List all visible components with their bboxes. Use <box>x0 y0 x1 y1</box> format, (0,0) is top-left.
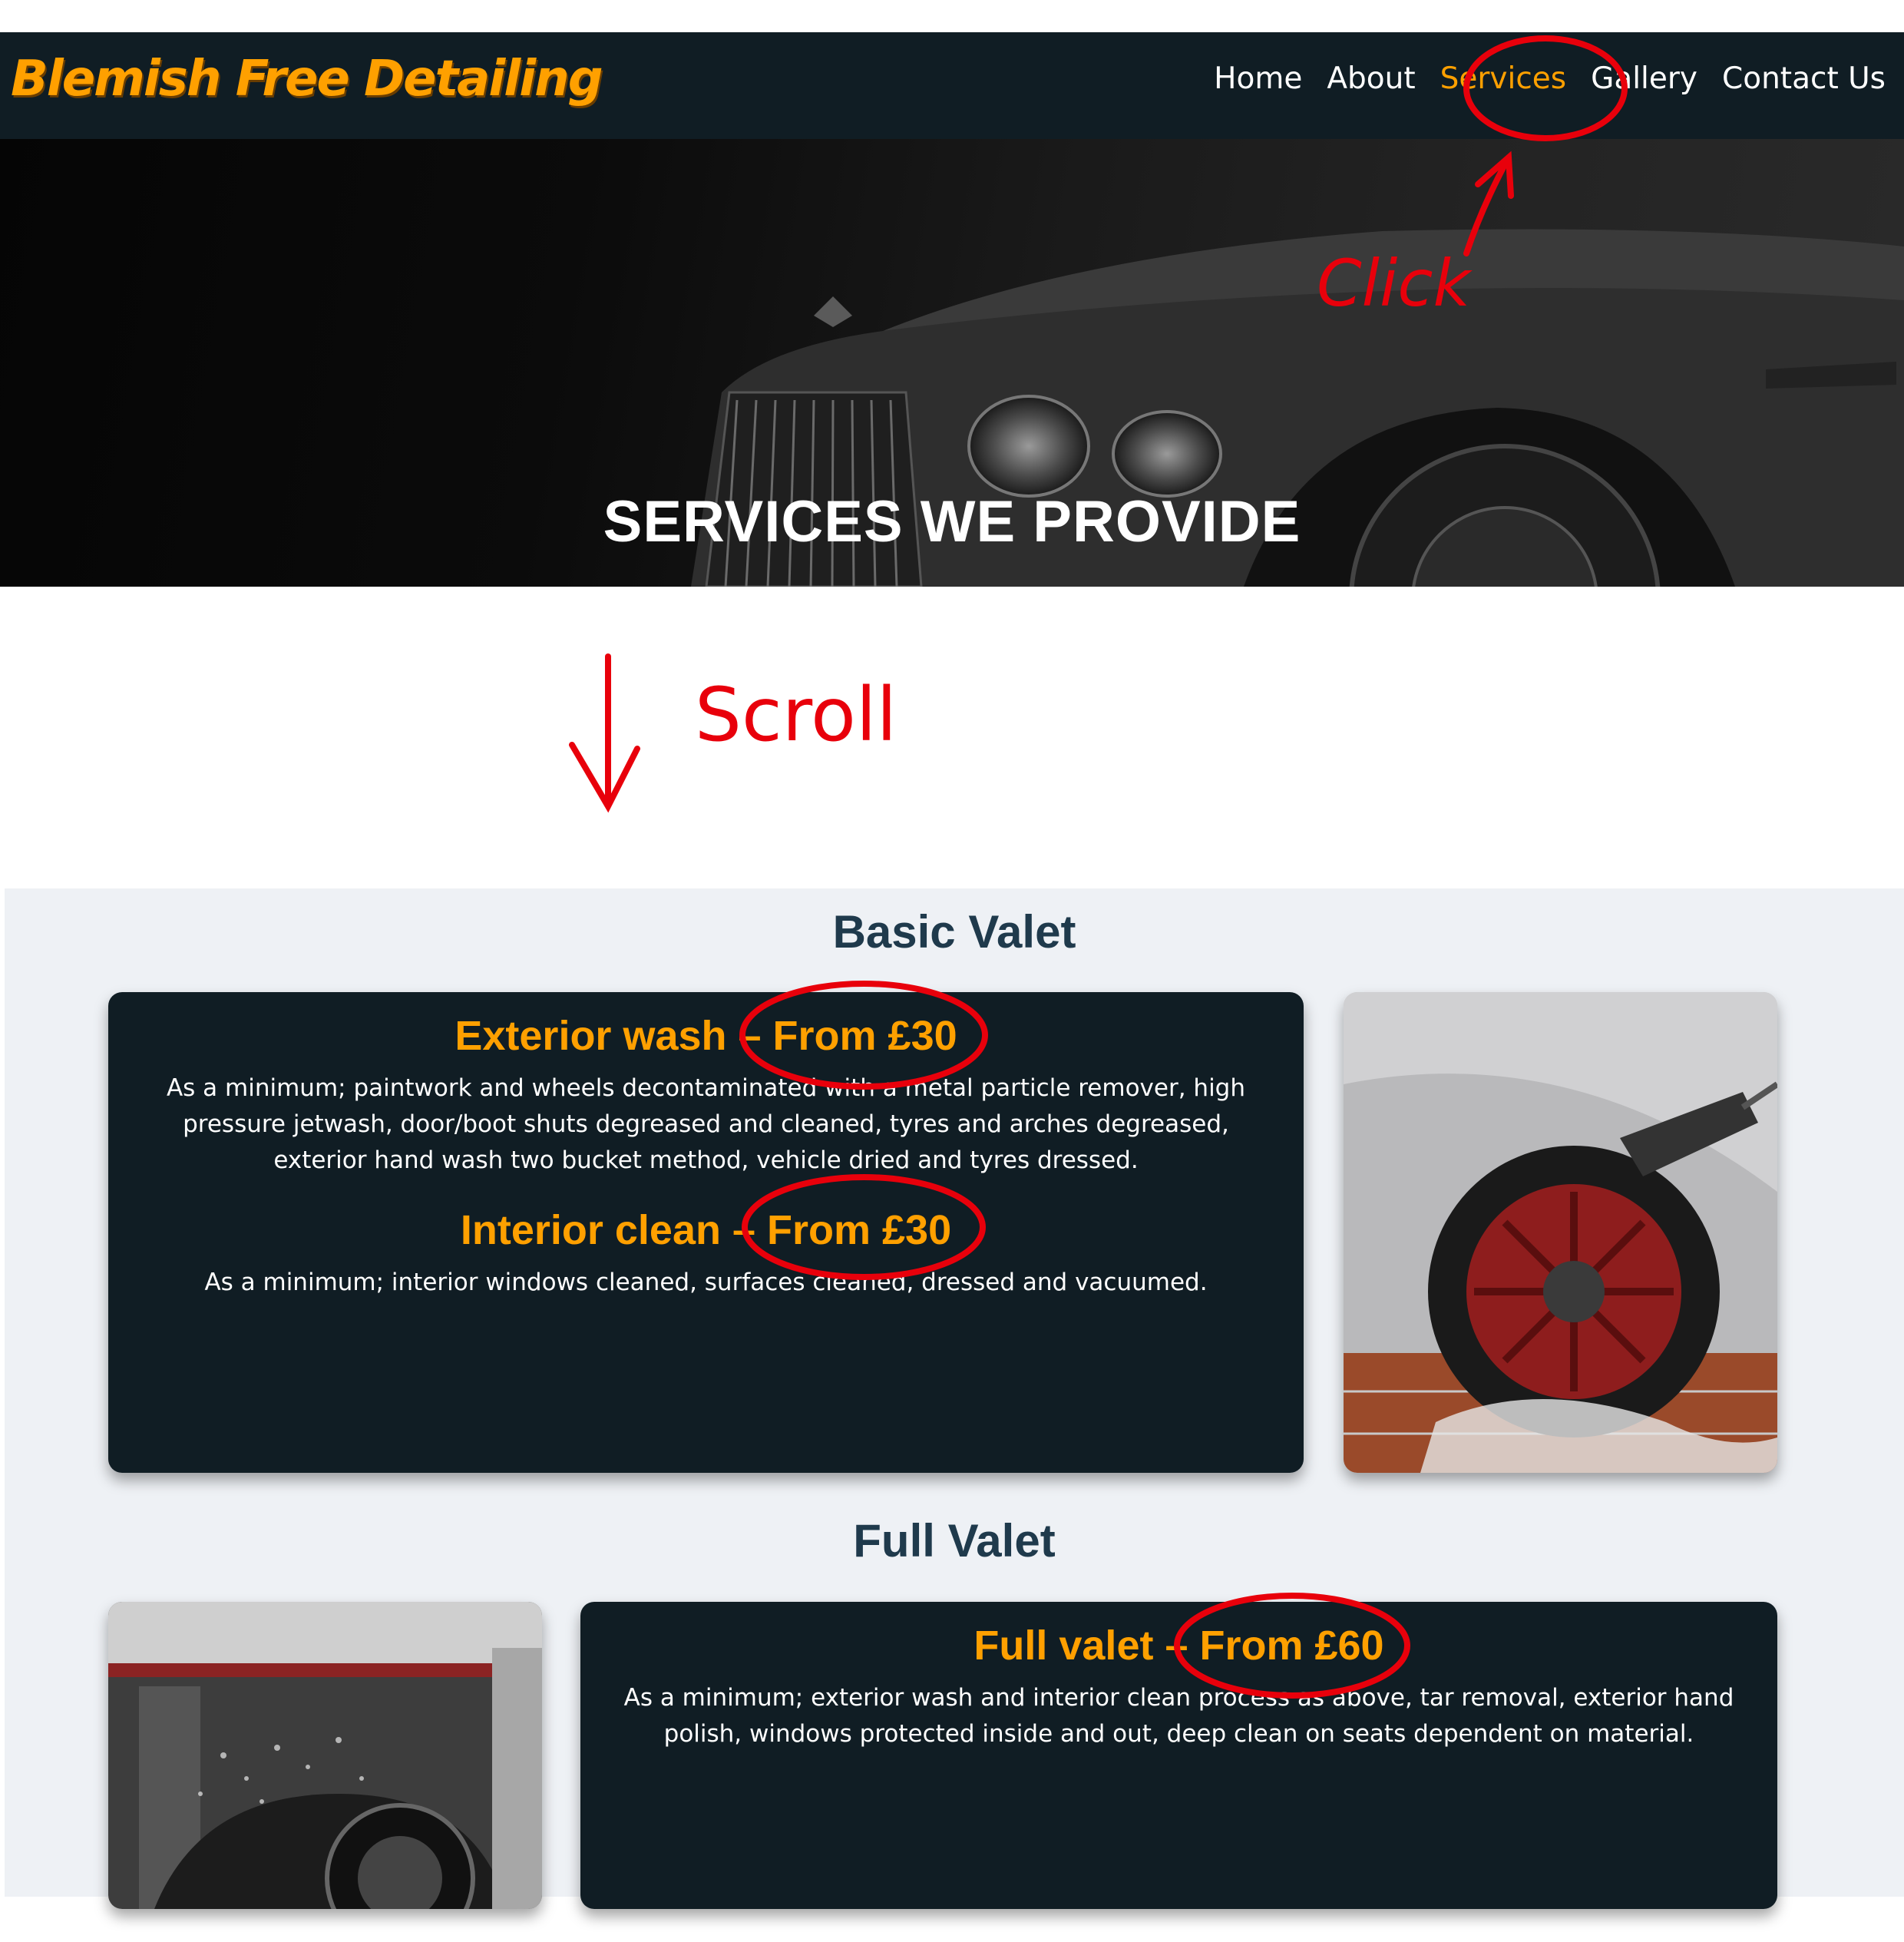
nav-link-services[interactable]: Services <box>1440 61 1566 96</box>
nav-link-home[interactable]: Home <box>1214 61 1302 96</box>
navbar: Blemish Free Detailing Home About Servic… <box>0 32 1904 139</box>
nav-link-contact-us[interactable]: Contact Us <box>1722 61 1886 96</box>
services-section: Basic Valet Exterior wash – From £30 As … <box>5 888 1904 1909</box>
basic-valet-heading: Basic Valet <box>832 906 1076 958</box>
full-valet-text: As a minimum; exterior wash and interior… <box>623 1684 1734 1748</box>
basic-valet-card: Exterior wash – From £30 As a minimum; p… <box>108 992 1304 1473</box>
page-title: SERVICES WE PROVIDE <box>603 489 1301 554</box>
interior-clean-text: As a minimum; interior windows cleaned, … <box>204 1269 1208 1296</box>
exterior-wash-title: Exterior wash – From £30 <box>455 1013 957 1059</box>
full-valet-heading: Full Valet <box>853 1515 1056 1567</box>
hero-banner: SERVICES WE PROVIDE <box>0 139 1904 587</box>
exterior-wash-text: As a minimum; paintwork and wheels decon… <box>166 1074 1246 1174</box>
scroll-annotation: Scroll <box>695 672 897 758</box>
full-valet-card: Full valet – From £60 As a minimum; exte… <box>580 1602 1777 1909</box>
wheel-wash-image <box>1344 992 1777 1473</box>
nav-link-about[interactable]: About <box>1327 61 1415 96</box>
interior-clean-title: Interior clean – From £30 <box>460 1207 952 1253</box>
brand-logo[interactable]: Blemish Free Detailing <box>11 51 603 108</box>
click-annotation: Click <box>1317 246 1471 321</box>
full-valet-title: Full valet – From £60 <box>973 1623 1384 1669</box>
full-valet-image <box>108 1602 542 1909</box>
nav-links: Home About Services Gallery Contact Us <box>1214 61 1886 96</box>
nav-link-gallery[interactable]: Gallery <box>1591 61 1697 96</box>
